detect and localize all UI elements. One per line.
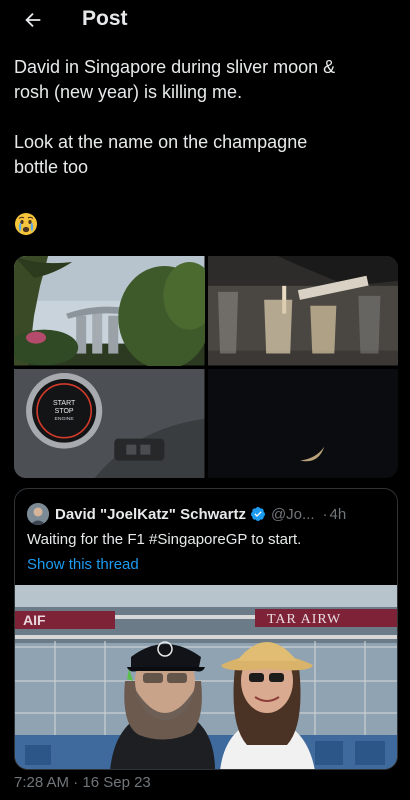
quoted-post-header: David "JoelKatz" Schwartz @Jo... · 4h — [27, 503, 387, 525]
post-timestamp[interactable]: 7:28 AM · 16 Sep 23 — [14, 774, 151, 791]
photo-crescent-moon[interactable] — [207, 368, 398, 478]
arrow-left-icon — [25, 12, 41, 28]
quoted-post[interactable]: David "JoelKatz" Schwartz @Jo... · 4h Wa… — [14, 488, 398, 770]
author-name[interactable]: David "JoelKatz" Schwartz — [55, 506, 246, 523]
separator: · — [322, 505, 328, 523]
avatar[interactable] — [27, 503, 49, 525]
button-line: STOP — [55, 407, 74, 414]
photo-start-stop-button[interactable]: START STOP ENGINE — [14, 368, 205, 478]
photo-marina-bay-sands[interactable] — [14, 256, 205, 366]
top-bar: Post — [0, 0, 410, 40]
post-paragraph: Look at the name on the champagne bottle… — [14, 132, 308, 177]
media-grid: START STOP ENGINE — [14, 256, 398, 478]
show-thread-link[interactable]: Show this thread — [27, 556, 139, 573]
post-text: David in Singapore during sliver moon & … — [14, 55, 399, 180]
author-handle[interactable]: @Jo... — [271, 506, 315, 523]
page-title: Post — [82, 7, 128, 30]
post-time[interactable]: 4h — [330, 506, 347, 523]
post-paragraph: David in Singapore during sliver moon & … — [14, 57, 336, 102]
crying-face-emoji — [15, 213, 37, 235]
button-line: START — [53, 399, 76, 406]
banner-text: TAR AIRW — [267, 612, 341, 627]
banner-text: AIF — [23, 612, 46, 628]
quoted-post-text: Waiting for the F1 #SingaporeGP to start… — [27, 531, 302, 548]
quoted-post-photo[interactable]: AIF TAR AIRW — [15, 585, 397, 769]
back-button[interactable] — [20, 7, 46, 33]
photo-champagne[interactable] — [207, 256, 398, 366]
button-line: ENGINE — [55, 415, 75, 421]
verified-badge-icon — [250, 507, 265, 521]
